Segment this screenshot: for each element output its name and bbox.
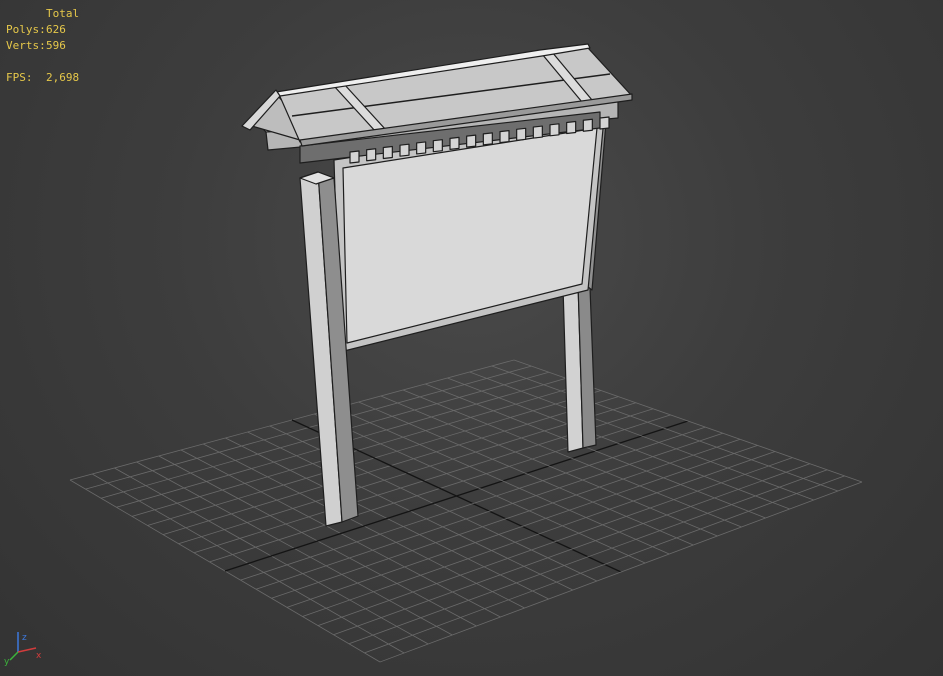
grid-line — [333, 463, 810, 636]
grid-line — [379, 481, 863, 663]
billboard-model[interactable] — [241, 43, 633, 527]
right-post — [562, 282, 597, 453]
rafter-block — [532, 125, 543, 139]
viewport-3d[interactable]: z x y — [0, 0, 943, 676]
y-axis-label: y — [4, 657, 10, 667]
rafter-block — [449, 136, 460, 150]
rafter-block — [432, 139, 443, 153]
rafter-block — [582, 118, 593, 132]
y-axis — [9, 651, 19, 661]
rafter-block — [499, 130, 510, 144]
rafter-block — [466, 134, 477, 148]
grid-line — [469, 371, 814, 501]
rafter-block — [549, 123, 560, 137]
rafter-block — [566, 120, 577, 135]
grid-line — [491, 365, 839, 492]
z-axis-label: z — [22, 633, 27, 643]
x-axis-label: x — [36, 651, 42, 661]
rafter-block — [416, 141, 427, 155]
ground-grid — [69, 359, 863, 663]
rafter-block — [366, 148, 377, 162]
grid-line — [348, 469, 828, 645]
rafter-block — [516, 127, 527, 141]
x-axis — [17, 647, 37, 653]
axis-gizmo: z x y — [4, 632, 42, 667]
rafter-block — [382, 145, 393, 160]
rafter-block — [482, 132, 493, 146]
rafter-block — [599, 116, 610, 130]
rafter-block — [399, 143, 410, 157]
rafter-block — [349, 150, 360, 164]
